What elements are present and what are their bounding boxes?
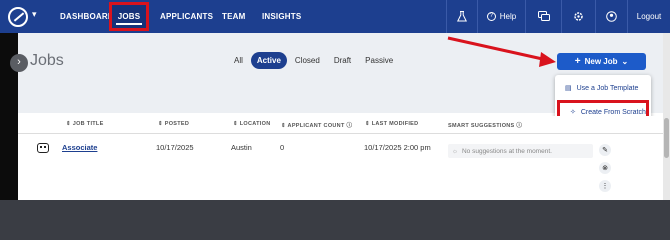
close-circle-icon[interactable]: ⊗ bbox=[599, 162, 611, 174]
last-modified: 10/17/2025 2:00 pm bbox=[364, 143, 431, 152]
job-title-link[interactable]: Associate bbox=[62, 143, 97, 152]
posted-date: 10/17/2025 bbox=[156, 143, 194, 152]
col-last-modified[interactable]: ⇕ LAST MODIFIED bbox=[365, 121, 418, 127]
applicant-count: 0 bbox=[280, 143, 285, 152]
col-location[interactable]: ⇕ LOCATION bbox=[233, 121, 270, 127]
scrollbar-thumb[interactable] bbox=[664, 118, 669, 158]
scrollbar[interactable] bbox=[663, 33, 670, 200]
more-icon[interactable]: ⋮ bbox=[599, 180, 611, 192]
robot-icon bbox=[37, 143, 49, 153]
info-icon: ⓘ bbox=[516, 123, 523, 129]
col-applicant-count[interactable]: ⇕ APPLICANT COUNT ⓘ bbox=[281, 121, 352, 129]
col-job-title[interactable]: ⇕ JOB TITLE bbox=[66, 121, 104, 127]
table-header: ⇕ JOB TITLE ⇕ POSTED ⇕ LOCATION ⇕ APPLIC… bbox=[18, 116, 663, 134]
col-posted[interactable]: ⇕ POSTED bbox=[158, 121, 189, 127]
info-icon: ⓘ bbox=[346, 123, 353, 129]
suggestion-text: No suggestions at the moment. bbox=[461, 147, 552, 155]
smart-suggestion: ☼ No suggestions at the moment. bbox=[448, 144, 593, 158]
location: Austin bbox=[231, 143, 252, 152]
col-smart-suggestions: SMART SUGGESTIONS ⓘ bbox=[448, 123, 523, 129]
lightbulb-icon: ☼ bbox=[452, 147, 458, 155]
pencil-icon[interactable]: ✎ bbox=[599, 144, 611, 156]
